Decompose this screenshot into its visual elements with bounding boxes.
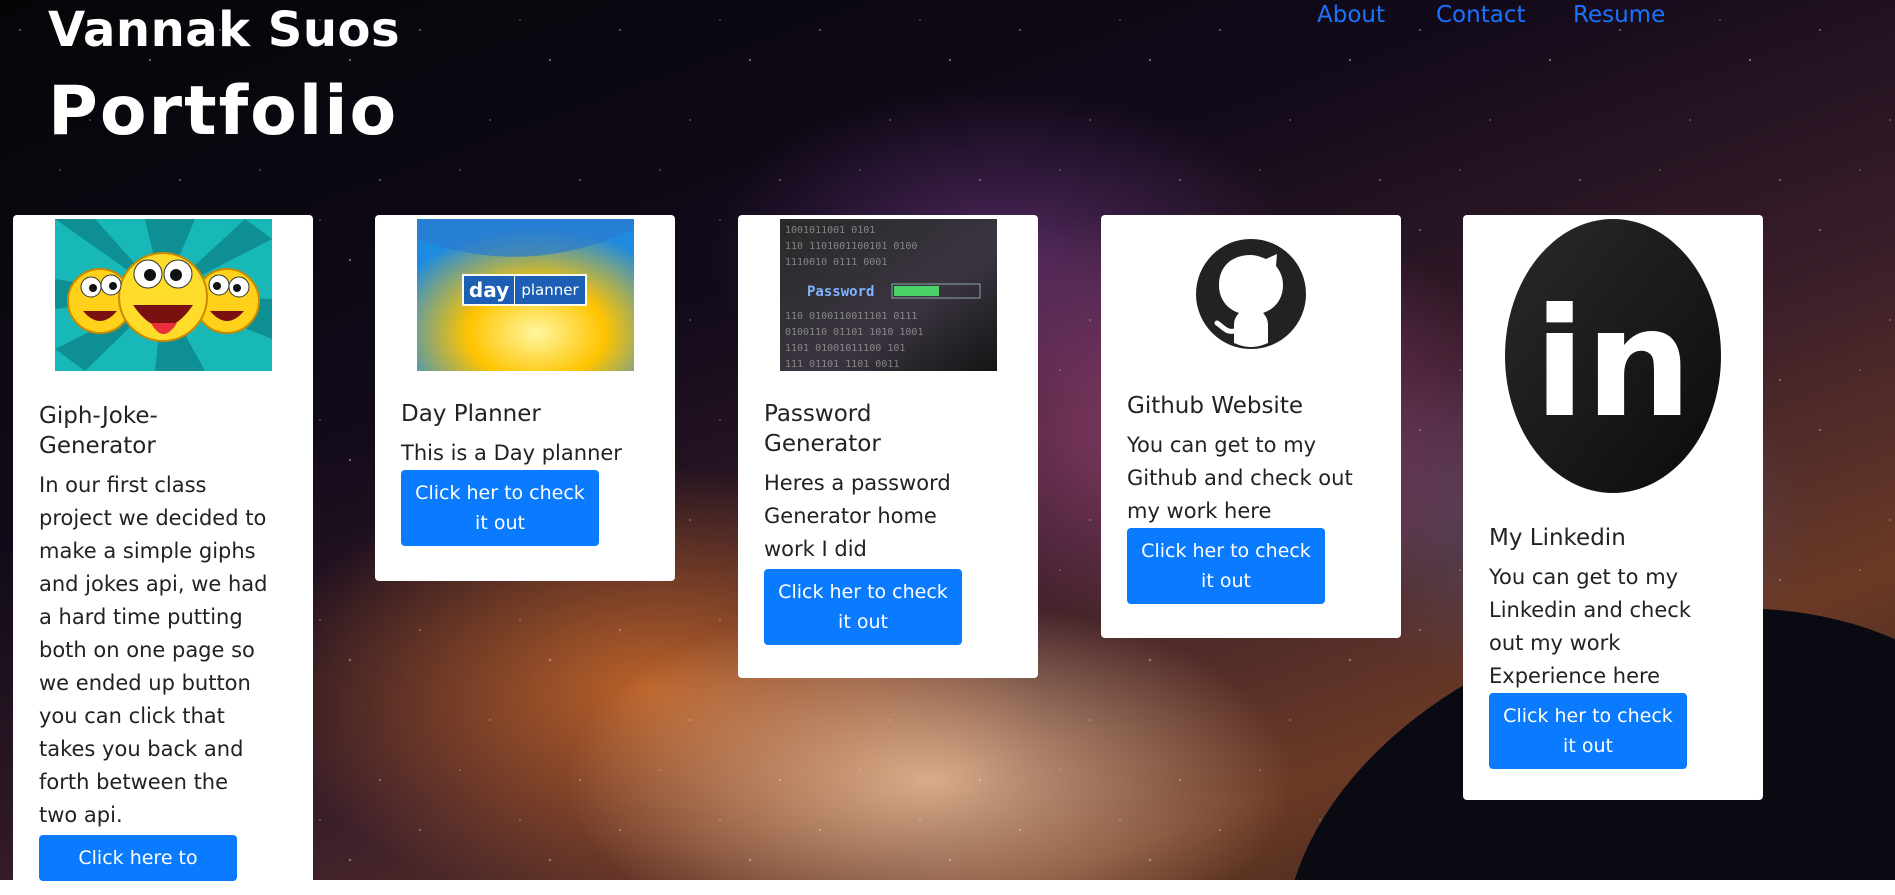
project-card-day-planner: day planner Day Planner This is a Day pl… — [375, 215, 675, 581]
svg-text:0100110 01101 1010 1001: 0100110 01101 1010 1001 — [785, 327, 923, 338]
nav-contact-link[interactable]: Contact — [1436, 2, 1525, 28]
github-icon — [1143, 219, 1360, 361]
svg-text:day: day — [468, 278, 508, 302]
day-planner-logo: day planner — [416, 219, 634, 371]
linkedin-icon: in — [1504, 219, 1722, 493]
check-it-out-button[interactable]: Click here to — [39, 835, 237, 881]
nav-resume-link[interactable]: Resume — [1573, 2, 1665, 28]
card-description: In our first class project we decided to… — [39, 473, 268, 827]
check-it-out-button[interactable]: Click her to check it out — [764, 569, 962, 645]
card-title: My Linkedin — [1489, 525, 1626, 551]
svg-text:Password: Password — [807, 284, 874, 300]
cartoon-faces-icon — [54, 219, 272, 371]
card-title: Github Website — [1127, 393, 1303, 419]
linkedin-logo-text: in — [1533, 277, 1691, 451]
svg-text:1001011001 0101: 1001011001 0101 — [785, 225, 875, 236]
check-it-out-button[interactable]: Click her to check it out — [1127, 528, 1325, 604]
page-title: Portfolio — [48, 72, 399, 151]
password-screen-icon: 1001011001 0101 110 1101001100101 0100 1… — [779, 219, 997, 371]
nav-about-link[interactable]: About — [1317, 2, 1385, 28]
project-card-linkedin: in My Linkedin You can get to my Linkedi… — [1463, 215, 1763, 800]
project-card-github: Github Website You can get to my Github … — [1101, 215, 1401, 638]
card-description: You can get to my Github and check out m… — [1127, 433, 1353, 523]
card-description: This is a Day planner — [401, 441, 622, 465]
card-description: Heres a password Generator home work I d… — [764, 471, 951, 561]
card-title: Password Generator — [764, 401, 881, 457]
svg-text:110 0100110011101 0111: 110 0100110011101 0111 — [785, 311, 917, 322]
card-description: You can get to my Linkedin and check out… — [1489, 565, 1691, 688]
project-card-password-generator: 1001011001 0101 110 1101001100101 0100 1… — [738, 215, 1038, 678]
svg-text:110 1101001100101 0100: 110 1101001100101 0100 — [785, 241, 917, 252]
svg-text:1110010 0111 0001: 1110010 0111 0001 — [785, 257, 887, 268]
project-card-giph-joke: Giph-Joke-Generator In our first class p… — [13, 215, 313, 895]
svg-text:111 01101 1101 0011: 111 01101 1101 0011 — [785, 359, 899, 370]
check-it-out-button[interactable]: Click her to check it out — [1489, 693, 1687, 769]
svg-text:1101 01001011100 101: 1101 01001011100 101 — [785, 343, 905, 354]
site-owner-name: Vannak Suos — [48, 2, 401, 58]
card-title: Day Planner — [401, 401, 541, 427]
svg-text:planner: planner — [521, 281, 579, 299]
card-title: Giph-Joke-Generator — [39, 403, 158, 459]
check-it-out-button[interactable]: Click her to check it out — [401, 470, 599, 546]
